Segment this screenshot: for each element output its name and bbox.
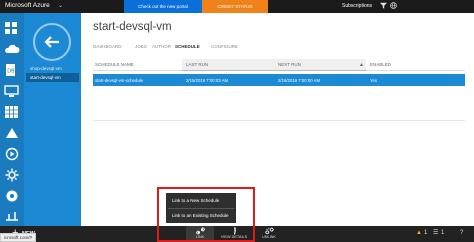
- sort-ascending-icon[interactable]: ▲: [359, 62, 364, 68]
- back-arrow-icon: [44, 36, 59, 48]
- sql-database-icon[interactable]: DB: [4, 63, 20, 77]
- divider: [93, 120, 465, 121]
- column-next-run[interactable]: NEXT RUN: [278, 62, 301, 67]
- storage-icon[interactable]: [4, 105, 20, 119]
- subscriptions-link[interactable]: Subscriptions: [342, 3, 372, 9]
- column-schedule-name[interactable]: SCHEDULE NAME: [95, 62, 134, 67]
- credit-status-button[interactable]: CREDIT STATUS: [202, 0, 268, 13]
- tab-jobs[interactable]: JOBS: [135, 44, 147, 49]
- status-url: icrosoft.com/#: [0, 233, 37, 242]
- tab-author[interactable]: AUTHOR: [152, 44, 171, 49]
- info-icon: [233, 227, 236, 235]
- settings-icon[interactable]: [4, 209, 20, 223]
- automation-sidebar: shop-devsql-vm start-devsql-vm: [24, 13, 81, 226]
- menu-item-link-existing-schedule[interactable]: Link to an Existing Schedule: [166, 209, 236, 223]
- tab-schedule[interactable]: SCHEDULE: [175, 44, 200, 49]
- new-portal-link[interactable]: Check out the new portal: [124, 0, 202, 13]
- virtual-machines-icon[interactable]: [4, 84, 20, 98]
- filter-icon[interactable]: [380, 2, 387, 12]
- hdinsight-icon[interactable]: [4, 126, 20, 140]
- column-last-run[interactable]: LAST RUN: [186, 62, 208, 67]
- help-icon[interactable]: ?: [460, 229, 463, 238]
- table-row[interactable]: start-devsql-vm-schedule 2/15/2016 7:00:…: [93, 74, 465, 86]
- unlink-button[interactable]: UNLINK: [256, 226, 282, 242]
- media-services-icon[interactable]: [4, 147, 20, 161]
- cell-next-run: 2/16/2016 7:00:00 AM: [278, 77, 321, 83]
- list-icon[interactable]: ☰: [433, 229, 438, 238]
- page-title: start-devsql-vm: [93, 21, 172, 33]
- unlink-icon: [264, 227, 274, 235]
- all-items-icon[interactable]: [4, 21, 20, 35]
- service-rail: DB: [0, 13, 24, 226]
- sidebar-item-start-devsql-vm[interactable]: start-devsql-vm: [26, 73, 79, 82]
- service-bus-icon[interactable]: [4, 189, 20, 203]
- automation-icon[interactable]: [4, 168, 20, 182]
- svg-text:DB: DB: [7, 69, 15, 75]
- list-count: 1: [441, 230, 445, 236]
- view-details-label: VIEW DETAILS: [220, 235, 248, 239]
- view-details-button[interactable]: VIEW DETAILS: [218, 226, 250, 242]
- link-flyout-menu: Link to a New Schedule Link to an Existi…: [166, 193, 236, 223]
- cell-schedule-name: start-devsql-vm-schedule: [95, 77, 143, 83]
- unlink-label: UNLINK: [262, 235, 276, 239]
- menu-item-link-new-schedule[interactable]: Link to a New Schedule: [166, 194, 236, 208]
- cloud-services-icon[interactable]: [4, 42, 20, 56]
- link-icon: [195, 227, 205, 235]
- table-header: SCHEDULE NAME LAST RUN ▲ NEXT RUN ENABLE…: [93, 59, 465, 71]
- brand-title[interactable]: Microsoft Azure: [5, 2, 50, 9]
- warning-icon[interactable]: ▲: [416, 229, 422, 238]
- cell-enabled: Yes: [370, 77, 378, 83]
- chevron-down-icon[interactable]: ⌄: [58, 2, 63, 9]
- schedule-table: SCHEDULE NAME LAST RUN ▲ NEXT RUN ENABLE…: [93, 59, 465, 86]
- warning-count: 1: [424, 230, 428, 236]
- column-enabled[interactable]: ENABLED: [370, 62, 391, 67]
- globe-icon[interactable]: [390, 2, 397, 12]
- sidebar-item-shop-devsql-vm[interactable]: shop-devsql-vm: [26, 64, 79, 73]
- tab-dashboard[interactable]: DASHBOARD: [93, 44, 122, 49]
- sorted-column-highlight: [182, 59, 366, 71]
- back-button[interactable]: [33, 23, 71, 61]
- cell-last-run: 2/15/2016 7:00:03 AM: [186, 77, 229, 83]
- link-button[interactable]: LINK: [186, 226, 214, 242]
- tab-configure[interactable]: CONFIGURE: [211, 44, 238, 49]
- top-bar: Microsoft Azure ⌄ Check out the new port…: [0, 0, 474, 13]
- link-label: LINK: [195, 235, 205, 239]
